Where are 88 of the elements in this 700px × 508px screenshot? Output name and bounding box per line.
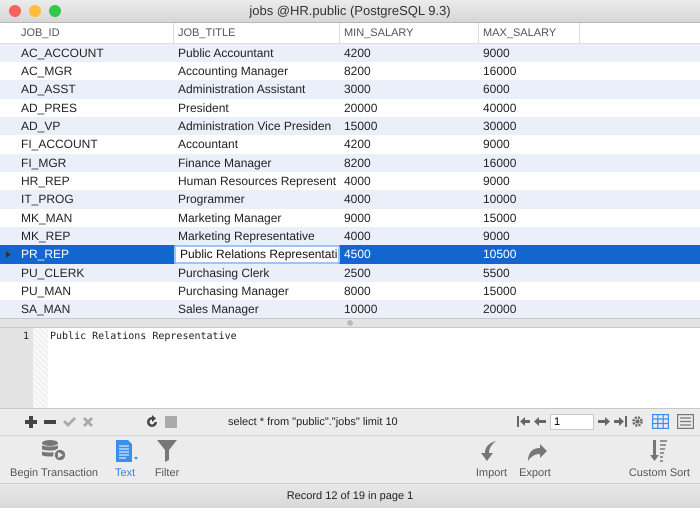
- table-cell-text: Administration Vice Presiden: [177, 118, 332, 136]
- table-cell-text: Accountant: [177, 136, 240, 154]
- table-cell-text: Marketing Manager: [177, 210, 282, 227]
- table-cell-text: 4000: [343, 228, 372, 246]
- column-header[interactable]: JOB_TITLE: [174, 22, 340, 43]
- table-cell-text: Purchasing Clerk: [177, 264, 270, 282]
- grid-view-icon[interactable]: [652, 414, 669, 430]
- table-cell-text: PU_MAN: [20, 283, 72, 300]
- table-cell-text: 15000: [343, 118, 378, 136]
- import-button[interactable]: Import: [472, 437, 512, 482]
- filter-button[interactable]: Filter: [148, 437, 186, 482]
- table-cell-text: Sales Manager: [177, 301, 260, 318]
- table-cell-text: 16000: [482, 154, 518, 172]
- table-cell-text: 30000: [482, 118, 518, 136]
- table-cell-text: Accounting Manager: [177, 63, 290, 80]
- column-header[interactable]: MAX_SALARY: [479, 22, 580, 43]
- table-cell-text: AD_VP: [20, 118, 62, 136]
- add-icon[interactable]: [24, 414, 38, 429]
- table-cell-text: Purchasing Manager: [177, 283, 290, 300]
- table-cell-text: PU_CLERK: [20, 264, 86, 282]
- next-page-icon[interactable]: [598, 416, 610, 428]
- table-cell-text: Administration Assistant: [177, 81, 306, 98]
- text-button[interactable]: Text: [106, 437, 144, 482]
- table-cell-text: 4500: [343, 246, 372, 264]
- line-number: 1: [22, 331, 29, 342]
- table-cell-text: 9000: [482, 173, 511, 190]
- table-cell-text: 4000: [343, 191, 372, 208]
- table-cell-text: 2500: [343, 264, 372, 282]
- table-cell-text: Finance Manager: [177, 154, 272, 172]
- table-cell-text: 8200: [343, 154, 372, 172]
- table-cell-text: Programmer: [177, 191, 246, 208]
- table-cell-text: Public Accountant: [177, 44, 274, 62]
- table-cell-text: 9000: [343, 210, 372, 227]
- table-cell-text: MK_REP: [20, 228, 72, 246]
- table-cell-text: 10500: [482, 246, 518, 264]
- export-button[interactable]: Export: [515, 437, 555, 482]
- table-cell-text: 3000: [343, 81, 372, 98]
- table-cell-text: SA_MAN: [20, 301, 72, 318]
- row-pointer-icon: [6, 250, 11, 258]
- table-cell-text: AC_MGR: [20, 63, 74, 80]
- column-header[interactable]: MIN_SALARY: [340, 22, 479, 43]
- table-cell-text: 4200: [343, 44, 372, 62]
- table-cell-text: Marketing Representative: [177, 228, 316, 246]
- table-cell-text: 40000: [482, 100, 518, 117]
- settings-icon[interactable]: [631, 415, 644, 428]
- table-cell-text: Human Resources Represent: [177, 173, 338, 190]
- table-cell-text: 9000: [482, 44, 511, 62]
- table-cell-text: 9000: [482, 228, 511, 246]
- last-page-icon[interactable]: [614, 416, 627, 428]
- form-view-icon[interactable]: [677, 414, 694, 430]
- table-cell-text: 20000: [343, 100, 378, 117]
- first-page-icon[interactable]: [517, 416, 530, 428]
- table-cell: Public Relations Representati: [174, 245, 340, 264]
- table-cell-text: AD_PRES: [20, 100, 78, 117]
- status-text: Record 12 of 19 in page 1: [286, 490, 414, 502]
- table-cell-text: 10000: [343, 301, 378, 318]
- table-cell-text: IT_PROG: [20, 191, 75, 208]
- table-cell-text: 15000: [482, 210, 518, 227]
- table-cell-text: 5500: [482, 264, 511, 282]
- table-cell-text: MK_MAN: [20, 210, 74, 227]
- table-cell-text: 20000: [482, 301, 518, 318]
- table-cell-text: 9000: [482, 136, 511, 154]
- custom-sort-button[interactable]: Custom Sort: [624, 437, 694, 482]
- previous-page-icon[interactable]: [534, 416, 546, 428]
- refresh-icon[interactable]: [145, 414, 159, 429]
- code-line: Public Relations Representative: [49, 330, 238, 344]
- page-number-field[interactable]: 1: [550, 414, 594, 430]
- table-cell-text: 15000: [482, 283, 518, 300]
- table-cell-text: FI_ACCOUNT: [20, 136, 99, 154]
- table-cell-text: 16000: [482, 63, 518, 80]
- table-cell-text: President: [177, 100, 230, 117]
- table-cell-text: 8000: [343, 283, 372, 300]
- column-header[interactable]: JOB_ID: [17, 22, 174, 43]
- window-title: jobs @HR.public (PostgreSQL 9.3): [249, 3, 451, 18]
- table-cell-text: 4000: [343, 173, 372, 190]
- table-cell-text: 4200: [343, 136, 372, 154]
- table-cell-text: PR_REP: [20, 246, 70, 264]
- table-cell-text: 6000: [482, 81, 511, 98]
- table-cell-text: 10000: [482, 191, 518, 208]
- table-cell-text: AC_ACCOUNT: [20, 44, 105, 62]
- table-cell-text: FI_MGR: [20, 154, 68, 172]
- splitter-handle[interactable]: [347, 320, 353, 326]
- transaction-button[interactable]: Begin Transaction: [6, 437, 102, 482]
- table-cell-text: 8200: [343, 63, 372, 80]
- close-button[interactable]: [9, 5, 21, 17]
- query-text: select * from "public"."jobs" limit 10: [228, 416, 398, 428]
- table-cell-text: HR_REP: [20, 173, 71, 190]
- table-cell-text: AD_ASST: [20, 81, 77, 98]
